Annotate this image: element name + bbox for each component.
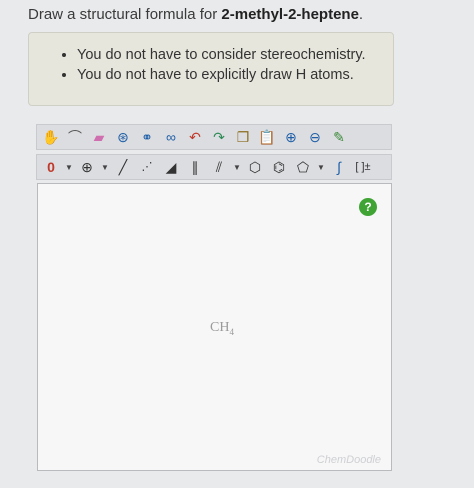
- eraser-icon[interactable]: ▰: [89, 127, 109, 147]
- clean-icon[interactable]: ✎: [329, 127, 349, 147]
- pentagon-icon[interactable]: ⬠: [293, 157, 313, 177]
- ring-template-icon[interactable]: ⊛: [113, 127, 133, 147]
- paste-icon[interactable]: 📋: [257, 127, 277, 147]
- benzene-icon[interactable]: ⌬: [269, 157, 289, 177]
- zoom-in-icon[interactable]: ⊕: [281, 127, 301, 147]
- template-icon-2[interactable]: ∞: [161, 127, 181, 147]
- undo-icon[interactable]: ↶: [185, 127, 205, 147]
- chain-icon[interactable]: ∫: [329, 157, 349, 177]
- hand-icon[interactable]: ✋: [41, 127, 61, 147]
- toolbar-top: ✋ ⌒ ▰ ⊛ ⚭ ∞ ↶ ↷ ❐ 📋 ⊕ ⊖ ✎: [36, 124, 392, 150]
- toolbar-bottom: 0 ▼ ⊕ ▼ ╱ ⋰ ◢ ∥ ⫽ ▼ ⬡ ⌬ ⬠ ▼ ∫ [ ]±: [36, 154, 392, 180]
- hint-box: You do not have to consider stereochemis…: [28, 32, 394, 106]
- wedge-bond-icon[interactable]: ◢: [161, 157, 181, 177]
- compound-name: 2-methyl-2-heptene: [221, 6, 359, 23]
- hint-item: You do not have to consider stereochemis…: [77, 47, 393, 63]
- chevron-down-icon[interactable]: ▼: [101, 163, 109, 172]
- help-button[interactable]: ?: [359, 198, 377, 216]
- triple-bond-icon[interactable]: ⫽: [209, 157, 229, 177]
- chevron-down-icon[interactable]: ▼: [317, 163, 325, 172]
- hint-item: You do not have to explicitly draw H ato…: [77, 67, 393, 83]
- bracket-button[interactable]: [ ]±: [353, 157, 373, 177]
- zoom-out-icon[interactable]: ⊖: [305, 127, 325, 147]
- chemdoodle-brand: ChemDoodle: [316, 454, 381, 466]
- charge-button[interactable]: 0: [41, 157, 61, 177]
- lasso-icon[interactable]: ⌒: [65, 127, 85, 147]
- template-icon[interactable]: ⚭: [137, 127, 157, 147]
- drawing-canvas[interactable]: ? CH4 ChemDoodle: [37, 183, 392, 471]
- single-bond-icon[interactable]: ╱: [113, 157, 133, 177]
- charge-plus-icon[interactable]: ⊕: [77, 157, 97, 177]
- copy-icon[interactable]: ❐: [233, 127, 253, 147]
- redo-icon[interactable]: ↷: [209, 127, 229, 147]
- chevron-down-icon[interactable]: ▼: [233, 163, 241, 172]
- atom-label[interactable]: CH4: [210, 320, 234, 337]
- hexagon-icon[interactable]: ⬡: [245, 157, 265, 177]
- chevron-down-icon[interactable]: ▼: [65, 163, 73, 172]
- double-bond-icon[interactable]: ∥: [185, 157, 205, 177]
- dashed-bond-icon[interactable]: ⋰: [137, 157, 157, 177]
- question-text: Draw a structural formula for 2-methyl-2…: [28, 6, 364, 23]
